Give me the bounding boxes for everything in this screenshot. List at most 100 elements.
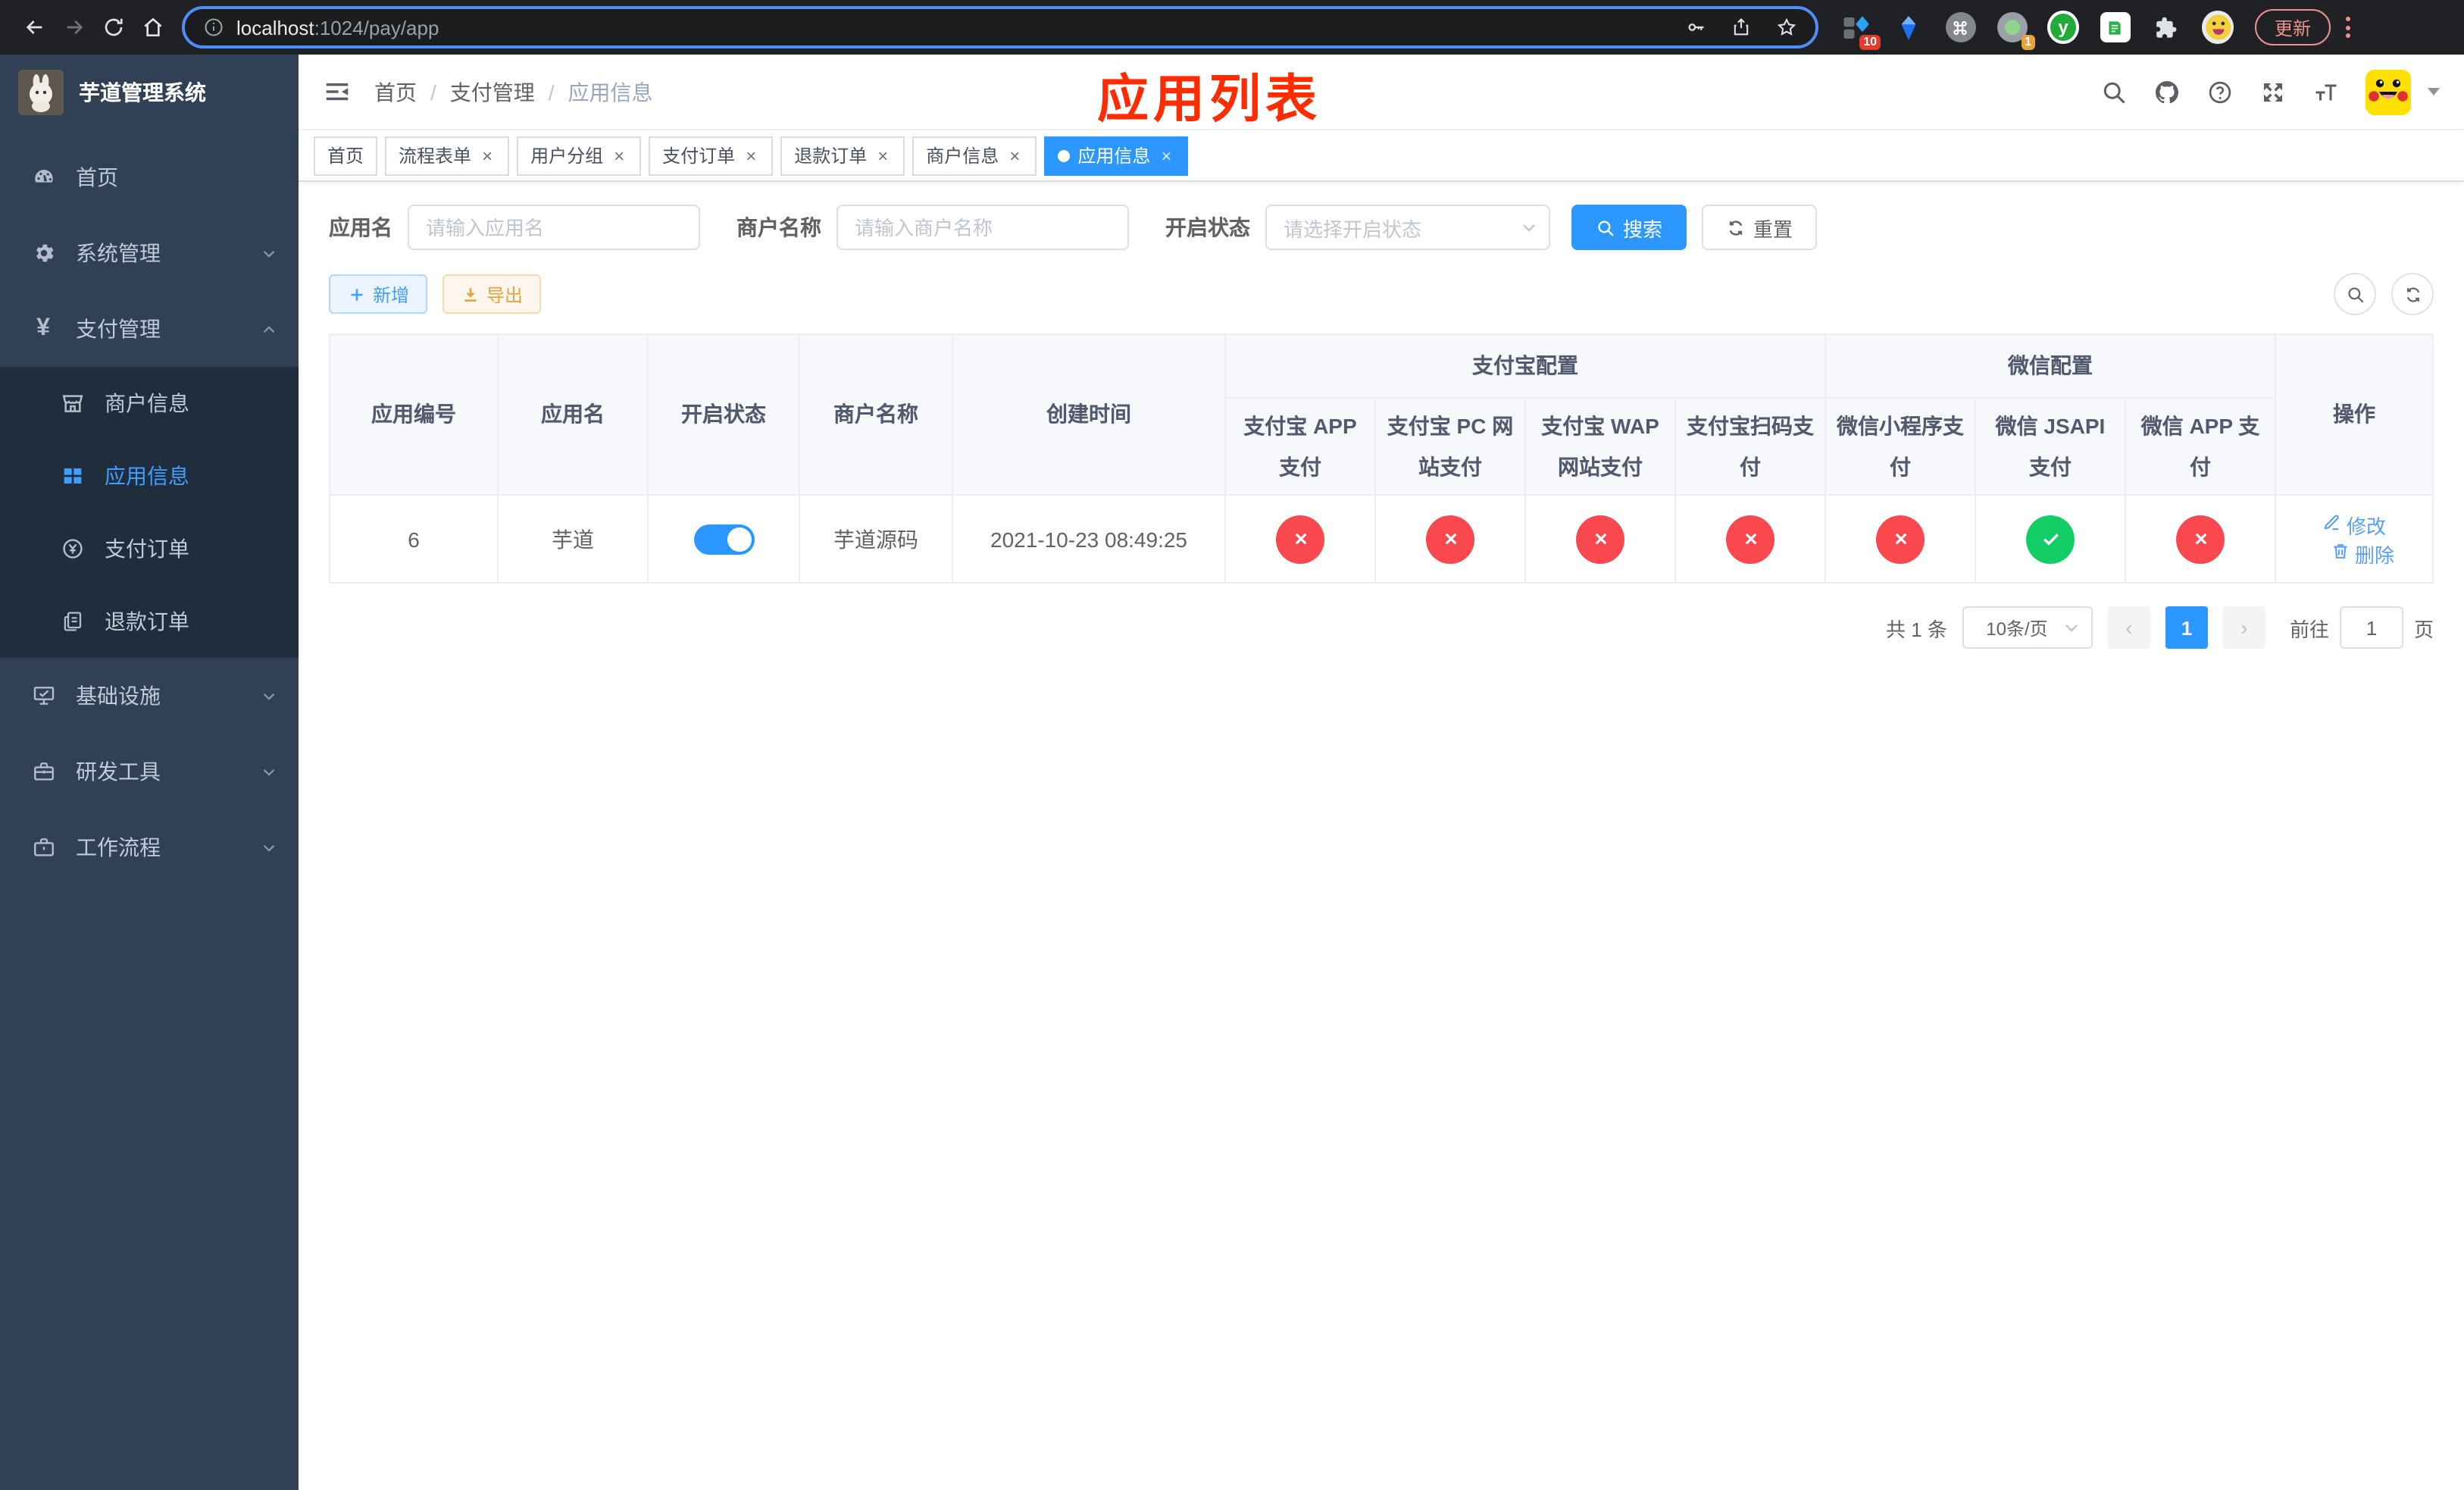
chrome-update-button[interactable]: 更新 <box>2255 9 2331 45</box>
extension-notes-icon[interactable] <box>2099 11 2131 43</box>
app-name-input[interactable] <box>408 205 700 250</box>
password-key-icon[interactable] <box>1685 17 1706 38</box>
prev-page-button[interactable]: ‹ <box>2107 606 2150 649</box>
browser-menu-icon[interactable] <box>2346 17 2351 38</box>
search-button[interactable]: 搜索 <box>1571 205 1687 250</box>
url-bar[interactable]: localhost:1024/pay/app <box>182 6 1818 49</box>
status-disabled-x-icon <box>1426 515 1474 563</box>
back-icon[interactable] <box>15 8 55 47</box>
tags-bar: 首页 流程表单 × 用户分组 × 支付订单 × 退款订单 × 商户信息 × 应用信息 × <box>299 130 2464 182</box>
reload-icon[interactable] <box>94 8 133 47</box>
tab-close-icon[interactable]: × <box>479 145 496 166</box>
fullscreen-icon[interactable] <box>2259 78 2287 105</box>
tab-4[interactable]: 退款订单 × <box>780 136 905 175</box>
col-status: 开启状态 <box>647 333 800 496</box>
chevron-down-icon <box>261 687 277 704</box>
page-unit-label: 页 <box>2413 618 2434 640</box>
tab-close-icon[interactable]: × <box>1006 145 1023 166</box>
refresh-table-button[interactable] <box>2391 273 2434 315</box>
enabled-toggle[interactable] <box>693 524 754 554</box>
help-icon[interactable] <box>2206 78 2234 105</box>
cell-created-time: 2021-10-23 08:49:25 <box>952 494 1226 584</box>
site-info-icon[interactable] <box>203 17 224 38</box>
app-logo[interactable]: 芋道管理系统 <box>0 55 299 130</box>
extension-recorder-icon[interactable]: 1 <box>1996 11 2035 49</box>
status-select[interactable]: 请选择开启状态 <box>1265 205 1550 250</box>
tab-0[interactable]: 首页 <box>314 136 378 175</box>
active-tab-dot <box>1058 149 1071 161</box>
sidebar-item-dev-tools[interactable]: 研发工具 <box>0 734 299 809</box>
sidebar-item-system[interactable]: 系统管理 <box>0 215 299 291</box>
current-page-button[interactable]: 1 <box>2165 606 2208 649</box>
profile-avatar-icon[interactable] <box>2202 11 2234 44</box>
sidebar-menu: 首页 系统管理 ¥ 支付管理 商户信息 应用信息 支付订单 退款订单 基础设施 研发工具 工作流程 <box>0 130 299 885</box>
font-size-icon[interactable] <box>2312 78 2340 105</box>
infra-icon <box>30 683 56 709</box>
sidebar-item-pay-order[interactable]: 支付订单 <box>0 512 299 585</box>
sidebar-item-merchant-info[interactable]: 商户信息 <box>0 367 299 440</box>
url-text: localhost:1024/pay/app <box>236 16 439 39</box>
github-icon[interactable] <box>2153 78 2181 105</box>
reset-button[interactable]: 重置 <box>1702 205 1818 250</box>
table-toolbar: 新增 导出 <box>329 273 2434 315</box>
cell-app-id: 6 <box>329 494 499 584</box>
goto-page-input[interactable] <box>2339 606 2403 649</box>
sidebar-item-refund-order[interactable]: 退款订单 <box>0 585 299 658</box>
status-disabled-x-icon <box>1876 515 1925 563</box>
tab-6[interactable]: 应用信息 × <box>1044 136 1189 175</box>
tab-3[interactable]: 支付订单 × <box>649 136 774 175</box>
home-icon[interactable] <box>133 8 173 47</box>
merchant-name-label: 商户名称 <box>736 215 821 239</box>
sidebar-collapse-icon[interactable] <box>323 77 352 106</box>
col-actions: 操作 <box>2275 333 2434 496</box>
extension-badge: 10 <box>1859 34 1881 49</box>
sidebar-item-payment[interactable]: ¥ 支付管理 <box>0 291 299 367</box>
merchant-name-input[interactable] <box>836 205 1129 250</box>
navbar: 首页 / 支付管理 / 应用信息 <box>299 55 2464 130</box>
tab-close-icon[interactable]: × <box>743 145 759 166</box>
cell-app-name: 芋道 <box>497 494 649 584</box>
col-created: 创建时间 <box>952 333 1226 496</box>
sidebar-item-app-info[interactable]: 应用信息 <box>0 440 299 512</box>
export-button[interactable]: 导出 <box>442 274 542 314</box>
extensions-puzzle-icon[interactable] <box>2150 11 2182 43</box>
refund-order-icon <box>59 609 85 634</box>
breadcrumb: 首页 / 支付管理 / 应用信息 <box>374 77 653 107</box>
chevron-up-icon <box>261 321 277 337</box>
search-icon[interactable] <box>2100 78 2128 105</box>
extension-y-icon[interactable]: y <box>2047 11 2079 44</box>
edit-button[interactable]: 修改 <box>2322 510 2386 539</box>
forward-icon[interactable] <box>55 8 94 47</box>
status-label: 开启状态 <box>1165 215 1250 239</box>
chevron-down-icon <box>2062 618 2081 637</box>
shop-icon <box>59 390 85 416</box>
user-avatar[interactable] <box>2366 69 2411 114</box>
total-count: 共 1 条 <box>1886 618 1947 640</box>
share-icon[interactable] <box>1731 17 1752 38</box>
add-button[interactable]: 新增 <box>329 274 428 314</box>
chevron-down-icon <box>261 839 277 856</box>
sidebar-item-infrastructure[interactable]: 基础设施 <box>0 658 299 734</box>
extension-gem-icon[interactable] <box>1893 11 1925 43</box>
tab-1[interactable]: 流程表单 × <box>385 136 510 175</box>
toggle-search-button[interactable] <box>2334 273 2376 315</box>
tab-close-icon[interactable]: × <box>1158 145 1174 166</box>
tab-close-icon[interactable]: × <box>611 145 627 166</box>
col-group-wechat: 微信配置 <box>1825 333 2276 399</box>
page-size-select[interactable]: 10条/页 <box>1962 606 2093 649</box>
sidebar-item-workflow[interactable]: 工作流程 <box>0 809 299 885</box>
goto-label: 前往 <box>2289 618 2329 640</box>
tab-close-icon[interactable]: × <box>874 145 891 166</box>
extension-blue-diamond-icon[interactable]: 10 <box>1841 11 1881 49</box>
tab-2[interactable]: 用户分组 × <box>517 136 642 175</box>
pagination: 共 1 条 10条/页 ‹ 1 › 前往 页 <box>329 606 2434 649</box>
tab-5[interactable]: 商户信息 × <box>912 136 1037 175</box>
delete-button[interactable]: 删除 <box>2331 539 2394 568</box>
breadcrumb-pay[interactable]: 支付管理 <box>450 77 535 107</box>
extension-command-icon[interactable] <box>1944 11 1976 43</box>
bookmark-star-icon[interactable] <box>1776 17 1797 38</box>
next-page-button[interactable]: › <box>2222 606 2265 649</box>
sidebar-item-home[interactable]: 首页 <box>0 139 299 215</box>
breadcrumb-home[interactable]: 首页 <box>374 77 417 107</box>
avatar-caret-icon[interactable] <box>2428 88 2440 95</box>
